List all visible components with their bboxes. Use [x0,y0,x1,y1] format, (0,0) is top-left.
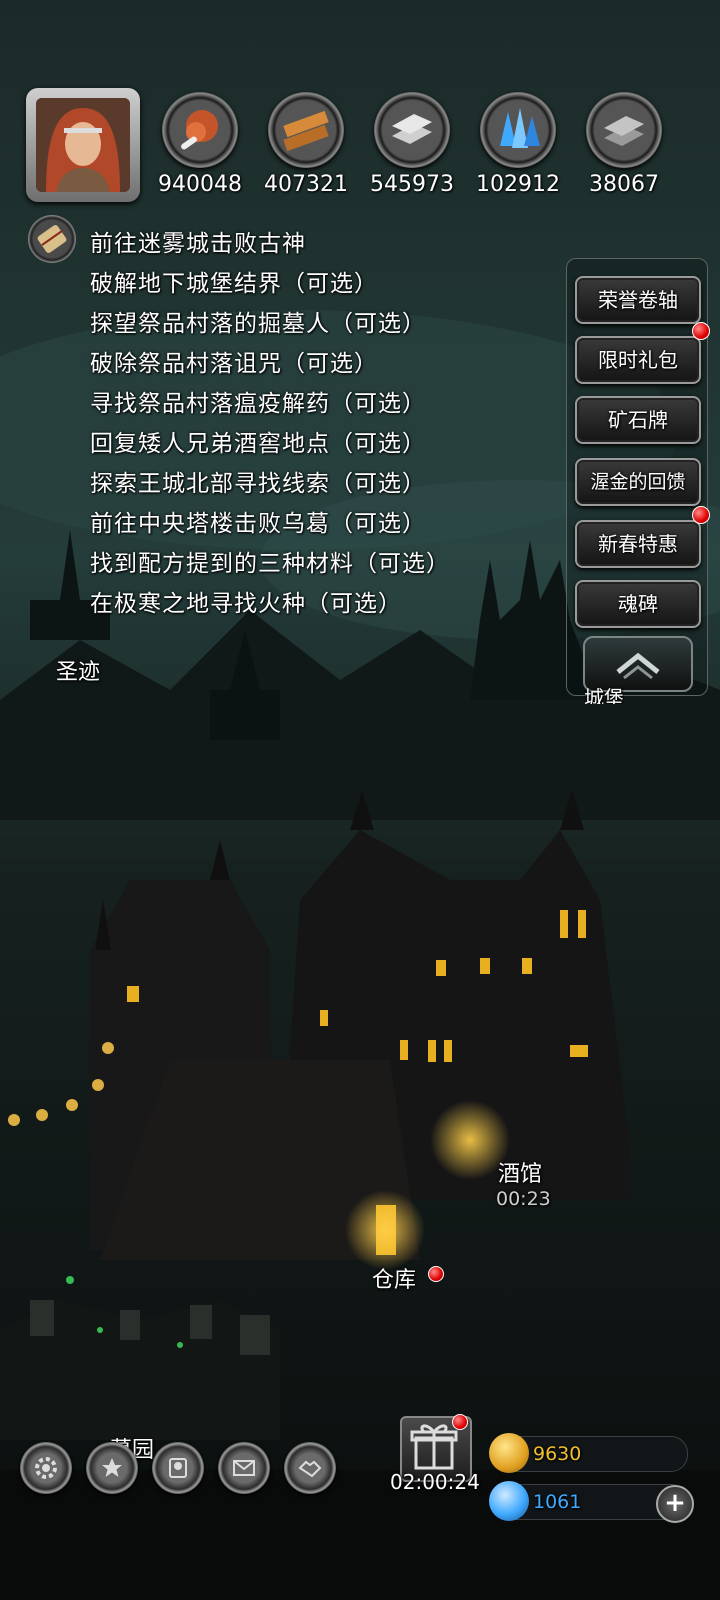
mail-icon [233,1460,255,1476]
scroll-icon[interactable] [28,215,76,263]
gold-counter: 9630 [489,1433,688,1473]
ore-card-button[interactable]: 矿石牌 [575,396,701,444]
player-avatar[interactable] [26,88,140,202]
new-year-sale-button[interactable]: 新春特惠 [575,520,701,568]
notification-dot [428,1266,444,1282]
crystal-icon [480,92,556,168]
resource-crystal[interactable]: 102912 [476,92,560,202]
quest-item[interactable]: 破解地下城堡结界（可选） [90,264,450,304]
star-icon [102,1458,122,1477]
settings-button[interactable] [20,1442,72,1494]
place-castle[interactable]: 城堡 [584,682,624,704]
resource-wood-value: 407321 [264,172,348,197]
stone-icon [586,92,662,168]
quest-item[interactable]: 前往中央塔楼击败乌葛（可选） [90,504,450,544]
notification-dot [692,506,710,524]
gold-amount: 9630 [533,1443,582,1465]
quest-list: 前往迷雾城击败古神 破解地下城堡结界（可选） 探望祭品村落的掘墓人（可选） 破除… [90,224,450,624]
hero-button[interactable] [152,1442,204,1494]
gem-icon [489,1481,529,1521]
quest-item[interactable]: 探望祭品村落的掘墓人（可选） [90,304,450,344]
tavern-timer: 00:23 [496,1188,551,1210]
gear-icon [35,1457,57,1479]
wojin-reward-button[interactable]: 渥金的回馈 [575,458,701,506]
gem-amount: 1061 [533,1491,582,1513]
avatar-portrait [36,98,130,192]
place-shengji[interactable]: 圣迹 [56,654,100,686]
trade-button[interactable] [284,1442,336,1494]
honor-scroll-button[interactable]: 荣誉卷轴 [575,276,701,324]
notification-dot [692,322,710,340]
resource-stone[interactable]: 38067 [584,92,664,202]
resource-stone-value: 38067 [589,172,659,197]
mail-button[interactable] [218,1442,270,1494]
quest-item[interactable]: 破除祭品村落诅咒（可选） [90,344,450,384]
resource-meat-value: 940048 [158,172,242,197]
place-warehouse[interactable]: 仓库 [372,1262,416,1294]
quest-item[interactable]: 前往迷雾城击败古神 [90,224,450,264]
quest-item[interactable]: 找到配方提到的三种材料（可选） [90,544,450,584]
notification-dot [452,1414,468,1430]
resource-iron-value: 545973 [370,172,454,197]
gold-coin-icon [489,1433,529,1473]
resource-crystal-value: 102912 [476,172,560,197]
quest-item[interactable]: 探索王城北部寻找线索（可选） [90,464,450,504]
quest-item[interactable]: 在极寒之地寻找火种（可选） [90,584,450,624]
resource-meat[interactable]: 940048 [158,92,242,202]
wood-icon [268,92,344,168]
meat-icon [162,92,238,168]
handshake-icon [298,1460,322,1478]
iron-icon [374,92,450,168]
add-gems-button[interactable]: + [656,1485,694,1523]
resource-wood[interactable]: 407321 [264,92,348,202]
place-tavern[interactable]: 酒馆 [498,1156,542,1188]
soul-monument-button[interactable]: 魂碑 [575,580,701,628]
quest-item[interactable]: 回复矮人兄弟酒窖地点（可选） [90,424,450,464]
achievements-button[interactable] [86,1442,138,1494]
resource-iron[interactable]: 545973 [370,92,454,202]
limited-gift-button[interactable]: 限时礼包 [575,336,701,384]
hero-icon [169,1458,187,1478]
quest-item[interactable]: 寻找祭品村落瘟疫解药（可选） [90,384,450,424]
gift-timer: 02:00:24 [390,1470,480,1494]
